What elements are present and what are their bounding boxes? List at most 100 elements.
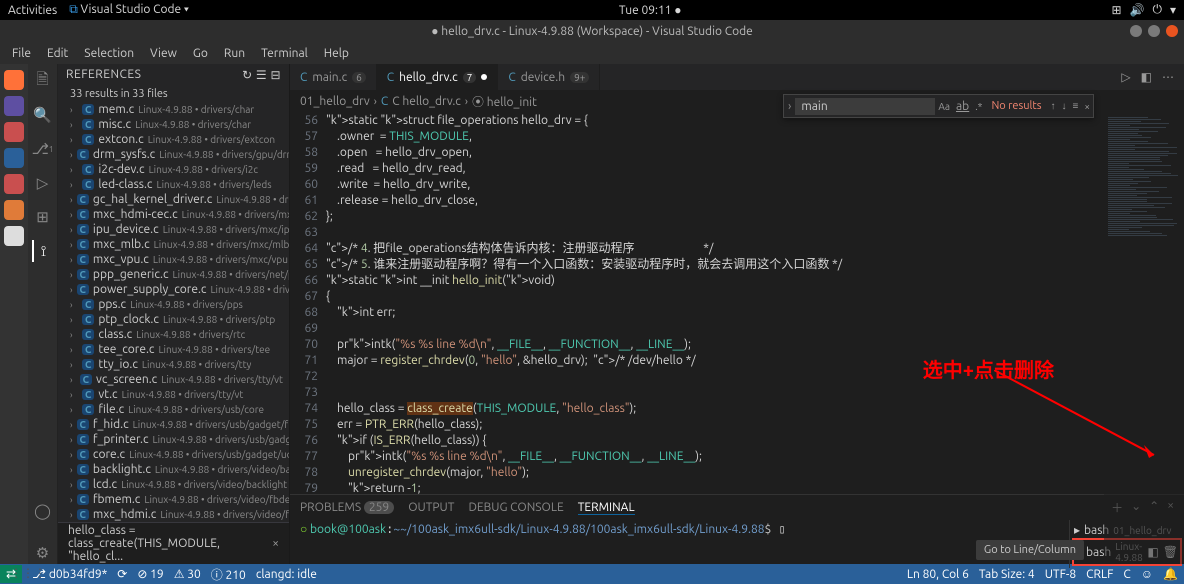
reference-item[interactable]: ›Cf_printer.c Linux-4.9.88 • drivers/usb… — [58, 432, 289, 447]
dock-files[interactable] — [4, 96, 24, 116]
reference-item[interactable]: ›Cipu_device.c Linux-4.9.88 • drivers/mx… — [58, 222, 289, 237]
dock-app3[interactable] — [4, 226, 24, 246]
more-icon[interactable]: ⋯ — [1162, 70, 1174, 84]
prev-match-icon[interactable]: ↑ — [1048, 100, 1059, 112]
minimize-button[interactable] — [1130, 25, 1142, 37]
encoding[interactable]: UTF-8 — [1045, 568, 1076, 581]
explorer-icon[interactable]: 🗎 — [32, 70, 54, 92]
reference-item[interactable]: ›Cmisc.c Linux-4.9.88 • drivers/char — [58, 117, 289, 132]
sound-icon[interactable]: 🔊 — [1130, 3, 1145, 17]
warnings[interactable]: ⚠ 30 — [174, 567, 201, 581]
find-selection-icon[interactable]: ≡ — [1070, 100, 1082, 112]
maximize-button[interactable] — [1148, 25, 1160, 37]
reference-item[interactable]: ›Ctty_io.c Linux-4.9.88 • drivers/tty — [58, 357, 289, 372]
reference-item[interactable]: ›Cppp_generic.c Linux-4.9.88 • drivers/n… — [58, 267, 289, 282]
tab-debug-console[interactable]: DEBUG CONSOLE — [468, 501, 563, 514]
feedback-icon[interactable]: ☺ — [1141, 567, 1153, 581]
caret-icon[interactable]: ▾ — [1170, 3, 1176, 17]
reference-item[interactable]: ›Cmem.c Linux-4.9.88 • drivers/char — [58, 102, 289, 117]
code-editor[interactable]: 5657585960616263646566676869707172737475… — [290, 113, 1184, 494]
reference-item[interactable]: ›Cmxc_mlb.c Linux-4.9.88 • drivers/mxc/m… — [58, 237, 289, 252]
menu-view[interactable]: View — [144, 45, 183, 62]
match-case-icon[interactable]: Aa — [935, 101, 953, 112]
reference-item[interactable]: ›Cvc_screen.c Linux-4.9.88 • drivers/tty… — [58, 372, 289, 387]
tab-device-h[interactable]: C device.h 9+ — [498, 64, 600, 90]
regex-icon[interactable]: .* — [972, 101, 985, 112]
tab-output[interactable]: OUTPUT — [408, 501, 454, 514]
whole-word-icon[interactable]: ab — [953, 100, 972, 113]
bell-icon[interactable]: 🔔 — [1163, 567, 1178, 581]
gear-icon[interactable]: ⚙ — [32, 542, 54, 564]
reference-item[interactable]: ›Ci2c-dev.c Linux-4.9.88 • drivers/i2c — [58, 162, 289, 177]
dock-firefox[interactable] — [4, 70, 24, 90]
power-icon[interactable]: ⏻ — [1152, 3, 1162, 17]
reference-item[interactable]: ›Cf_hid.c Linux-4.9.88 • drivers/usb/gad… — [58, 417, 289, 432]
tab-size[interactable]: Tab Size: 4 — [979, 568, 1035, 581]
account-icon[interactable]: ◯ — [32, 500, 54, 522]
reference-item[interactable]: ›Cextcon.c Linux-4.9.88 • drivers/extcon — [58, 132, 289, 147]
split-icon[interactable]: ◧ — [1141, 70, 1152, 84]
find-toggle-icon[interactable]: › — [784, 100, 795, 113]
reference-item[interactable]: ›Cmxc_vpu.c Linux-4.9.88 • drivers/mxc/v… — [58, 252, 289, 267]
reference-item[interactable]: ›Cbacklight.c Linux-4.9.88 • drivers/vid… — [58, 462, 289, 477]
close-icon[interactable]: × — [272, 537, 279, 550]
menu-file[interactable]: File — [6, 45, 37, 62]
clear-icon[interactable]: ☰ — [256, 69, 267, 82]
tab-terminal[interactable]: TERMINAL — [578, 501, 635, 515]
tab-problems[interactable]: PROBLEMS 259 — [300, 501, 394, 514]
infos[interactable]: ⓘ 210 — [211, 566, 246, 583]
references-icon[interactable]: ⟟ — [32, 240, 54, 262]
dock-app1[interactable] — [4, 122, 24, 142]
search-icon[interactable]: 🔍 — [32, 104, 54, 126]
eol[interactable]: CRLF — [1086, 568, 1113, 581]
reference-item[interactable]: ›Cpower_supply_core.c Linux-4.9.88 • dri… — [58, 282, 289, 297]
reference-item[interactable]: ›Ccore.c Linux-4.9.88 • drivers/usb/gadg… — [58, 447, 289, 462]
menu-edit[interactable]: Edit — [41, 45, 74, 62]
clock[interactable]: Tue 09:11 ● — [189, 3, 1112, 17]
dock-terminal[interactable] — [4, 174, 24, 194]
tab-hello-drv-c[interactable]: C hello_drv.c 7 — [377, 64, 499, 90]
reference-item[interactable]: ›Ctee_core.c Linux-4.9.88 • drivers/tee — [58, 342, 289, 357]
git-sync[interactable]: ⟳ — [117, 567, 127, 581]
cursor-pos[interactable]: Ln 80, Col 6 — [907, 568, 969, 581]
reference-item[interactable]: ›Cmxc_hdmi.c Linux-4.9.88 • drivers/vide… — [58, 507, 289, 522]
scm-icon[interactable]: ⎇1 — [32, 138, 54, 160]
reference-item[interactable]: ›Cvt.c Linux-4.9.88 • drivers/tty/vt — [58, 387, 289, 402]
reference-item[interactable]: ›Cled-class.c Linux-4.9.88 • drivers/led… — [58, 177, 289, 192]
close-button[interactable] — [1166, 25, 1178, 37]
menu-run[interactable]: Run — [218, 45, 251, 62]
clangd-status[interactable]: clangd: idle — [256, 568, 317, 581]
reference-item[interactable]: ›Clcd.c Linux-4.9.88 • drivers/video/bac… — [58, 477, 289, 492]
reference-item[interactable]: ›Cclass.c Linux-4.9.88 • drivers/rtc — [58, 327, 289, 342]
reference-item[interactable]: ›Cdrm_sysfs.c Linux-4.9.88 • drivers/gpu… — [58, 147, 289, 162]
reference-item[interactable]: ›Cptp_clock.c Linux-4.9.88 • drivers/ptp — [58, 312, 289, 327]
menu-help[interactable]: Help — [318, 45, 355, 62]
menu-selection[interactable]: Selection — [78, 45, 140, 62]
reference-item[interactable]: ›Cmxc_hdmi-cec.c Linux-4.9.88 • drivers/… — [58, 207, 289, 222]
reference-item[interactable]: ›Cfile.c Linux-4.9.88 • drivers/usb/core — [58, 402, 289, 417]
refresh-icon[interactable]: ↻ — [242, 69, 253, 82]
dock-app2[interactable] — [4, 200, 24, 220]
minimap[interactable] — [1104, 116, 1184, 564]
apps-grid-icon[interactable]: ⋮⋮⋮ — [10, 566, 46, 580]
tab-main-c[interactable]: C main.c 6 — [290, 64, 377, 90]
collapse-icon[interactable]: ⊟ — [270, 69, 281, 82]
activities-button[interactable]: Activities — [8, 4, 57, 17]
extensions-icon[interactable]: ⊞ — [32, 206, 54, 228]
reference-preview[interactable]: hello_class = class_create(THIS_MODULE, … — [58, 523, 289, 564]
reference-item[interactable]: ›Cfbmem.c Linux-4.9.88 • drivers/video/f… — [58, 492, 289, 507]
debug-icon[interactable]: ▷ — [32, 172, 54, 194]
run-icon[interactable]: ▷ — [1121, 70, 1130, 84]
terminal[interactable]: ○ book@100ask:~~/100ask_imx6ull-sdk/Linu… — [290, 520, 1069, 568]
next-match-icon[interactable]: ↓ — [1059, 100, 1070, 112]
find-input[interactable] — [795, 98, 935, 115]
reference-item[interactable]: ›Cgc_hal_kernel_driver.c Linux-4.9.88 • … — [58, 192, 289, 207]
menu-go[interactable]: Go — [187, 45, 214, 62]
lang-mode[interactable]: C — [1123, 568, 1130, 581]
errors[interactable]: ⊘ 19 — [137, 567, 163, 581]
dock-vscode[interactable] — [4, 148, 24, 168]
menu-terminal[interactable]: Terminal — [255, 45, 314, 62]
close-find-icon[interactable]: × — [1081, 101, 1093, 112]
app-indicator[interactable]: ⧉ Visual Studio Code ▾ — [69, 3, 189, 17]
reference-item[interactable]: ›Cpps.c Linux-4.9.88 • drivers/pps — [58, 297, 289, 312]
